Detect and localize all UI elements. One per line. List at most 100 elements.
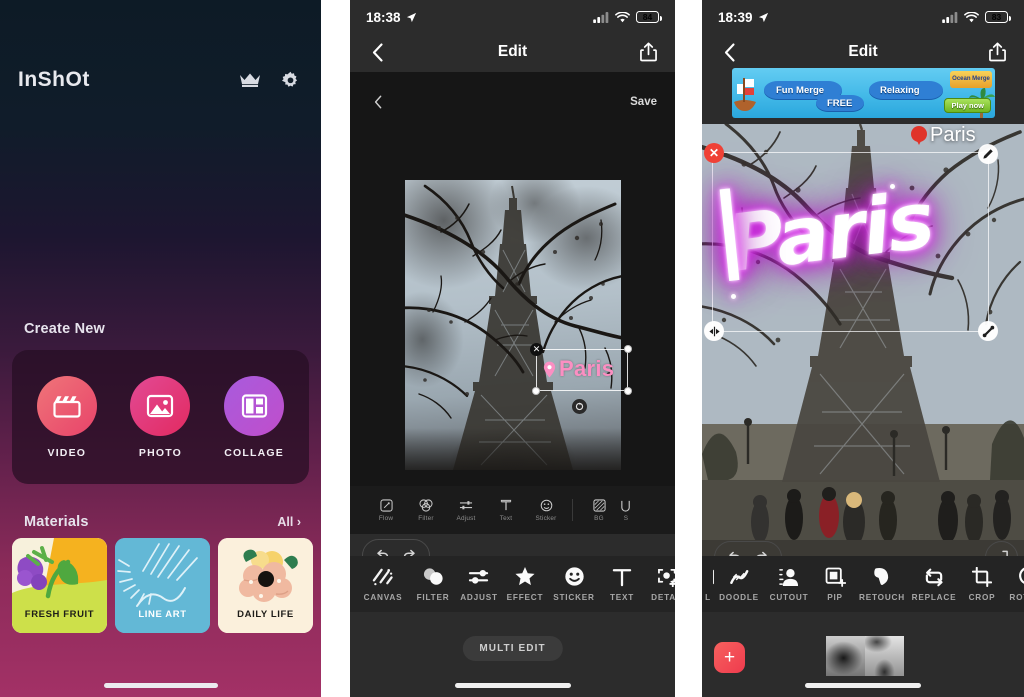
tool-detail[interactable]: DETAIL [644, 567, 675, 602]
video-clapperboard-icon [36, 375, 97, 436]
materials-row: FRESH FRUIT LINE ART DAILY LIFE [12, 538, 313, 633]
doodle-flip-button[interactable] [704, 321, 724, 341]
app-logo: InShOt [18, 68, 90, 91]
location-pin-icon [543, 361, 556, 377]
inner-tool-bg[interactable]: BG [579, 498, 619, 522]
inner-tool-label: S [623, 514, 629, 522]
tool-sticker[interactable]: STICKER [548, 566, 600, 602]
inner-tool-sticker[interactable]: Sticker [526, 499, 566, 522]
inner-tool-partial[interactable]: S [619, 499, 633, 522]
sticker-paris[interactable]: Paris [543, 356, 614, 382]
tool-canvas[interactable]: CANVAS [356, 567, 410, 602]
location-arrow-icon [406, 12, 416, 22]
tool-crop[interactable]: CROP [960, 566, 1004, 602]
doodle-close-button[interactable]: ✕ [704, 143, 724, 163]
sticker-close-handle[interactable]: ✕ [530, 343, 543, 356]
inner-tool-adjust[interactable]: Adjust [446, 499, 486, 522]
material-card-label: DAILY LIFE [237, 609, 294, 620]
material-card-line-art[interactable]: LINE ART [115, 538, 210, 633]
thumbnail-item[interactable] [865, 636, 904, 676]
inner-tool-flow[interactable]: Flow [366, 498, 406, 522]
crown-icon[interactable] [237, 67, 263, 93]
create-new-card: VIDEO PHOTO COLLAGE [12, 350, 309, 484]
tool-adjust[interactable]: ADJUST [456, 567, 502, 602]
share-upload-icon[interactable] [984, 39, 1010, 65]
tool-cutout[interactable]: CUTOUT [764, 567, 814, 602]
photo-paris-label: Paris [930, 124, 976, 146]
back-button[interactable] [716, 39, 742, 65]
tool-pip[interactable]: PIP [814, 567, 856, 602]
thumbnail-item[interactable] [826, 636, 865, 676]
ad-banner[interactable]: Fun Merge FREE Relaxing Ocean Merge Play… [732, 68, 995, 118]
location-pin-red-icon [911, 126, 927, 142]
tool-effect[interactable]: EFFECT [502, 566, 548, 602]
timeline-thumbnails[interactable] [826, 636, 904, 676]
materials-all-link[interactable]: All › [277, 515, 301, 529]
sticker-handle-dot[interactable] [624, 387, 632, 395]
share-upload-icon[interactable] [635, 39, 661, 65]
main-toolbar: L DOODLE CUTOUT PIP RETOUCH REPLACE CROP… [702, 556, 1024, 612]
page-title: Edit [497, 43, 528, 60]
neon-doodle-stroke: | [706, 172, 752, 283]
tool-partial-left[interactable]: L [702, 567, 714, 602]
tool-replace[interactable]: REPLACE [908, 567, 960, 602]
create-photo-button[interactable]: PHOTO [116, 375, 204, 459]
wifi-icon [615, 11, 630, 22]
collage-grid-icon [224, 375, 285, 436]
tool-label: CROP [968, 592, 996, 602]
status-time: 18:38 [366, 9, 401, 25]
material-card-daily-life[interactable]: DAILY LIFE [218, 538, 313, 633]
editor-canvas-area: Save Paris ✕ Flow Filter Adjust Text Sti… [350, 72, 675, 534]
tool-label: DOODLE [719, 592, 759, 602]
inner-tool-filter[interactable]: Filter [406, 498, 446, 522]
wifi-icon [964, 11, 979, 22]
tool-label: L [705, 592, 711, 602]
panel-doodle-screen: 18:39 83 Edit Fun Merge FREE Relaxing Oc… [702, 0, 1024, 697]
battery-indicator: 84 [636, 11, 662, 23]
status-bar: 18:39 83 [702, 0, 1024, 34]
tool-doodle[interactable]: DOODLE [714, 567, 764, 602]
multi-edit-button[interactable]: MULTI EDIT [462, 636, 563, 661]
create-video-button[interactable]: VIDEO [23, 375, 111, 459]
panel-inshot-home: InShOt Create New VIDEO PHOTO COLLAGE Ma… [0, 0, 321, 697]
editor-inner-bar: Save [350, 72, 675, 132]
add-media-button[interactable]: + [714, 642, 745, 673]
create-item-label: PHOTO [138, 446, 183, 459]
create-new-heading: Create New [24, 321, 105, 337]
home-indicator [454, 683, 571, 688]
ad-text-2: FREE [827, 98, 853, 109]
material-card-fresh-fruit[interactable]: FRESH FRUIT [12, 538, 107, 633]
nav-bar: Edit [702, 34, 1024, 70]
inner-tool-text[interactable]: Text [486, 499, 526, 522]
inner-back-button[interactable] [368, 92, 388, 112]
tool-filter[interactable]: FILTER [410, 567, 456, 602]
status-bar: 18:38 84 [350, 0, 675, 34]
gear-icon[interactable] [277, 67, 303, 93]
tool-label: CUTOUT [769, 592, 809, 602]
back-button[interactable] [364, 39, 390, 65]
save-button[interactable]: Save [630, 96, 657, 108]
toolbar-divider [572, 499, 573, 521]
status-time: 18:39 [718, 9, 753, 25]
sticker-rotate-handle[interactable] [572, 399, 587, 414]
create-collage-button[interactable]: COLLAGE [210, 375, 298, 459]
tool-retouch[interactable]: RETOUCH [856, 566, 908, 602]
neon-doodle-dot [890, 184, 895, 189]
tool-rotate[interactable]: ROTATE [1004, 566, 1024, 602]
tool-label: ROTATE [1009, 593, 1024, 602]
tool-label: ADJUST [460, 592, 498, 602]
doodle-edit-button[interactable] [978, 144, 998, 164]
doodle-resize-button[interactable] [978, 321, 998, 341]
tool-text[interactable]: TEXT [600, 567, 644, 602]
sticker-handle-dot[interactable] [624, 345, 632, 353]
neon-doodle-paris[interactable]: Paris | [706, 146, 1008, 336]
photo-eiffel-tower-color[interactable]: Paris Paris | ✕ [702, 124, 1024, 564]
status-time-group: 18:39 [718, 10, 769, 25]
photo-eiffel-tower[interactable] [405, 180, 621, 470]
ad-play-now-button[interactable]: Play now [944, 98, 991, 113]
create-item-label: COLLAGE [224, 446, 284, 459]
sticker-handle-dot[interactable] [532, 387, 540, 395]
cellular-signal-icon [593, 11, 609, 23]
inner-tool-label: Text [499, 514, 513, 522]
cellular-signal-icon [942, 11, 958, 23]
